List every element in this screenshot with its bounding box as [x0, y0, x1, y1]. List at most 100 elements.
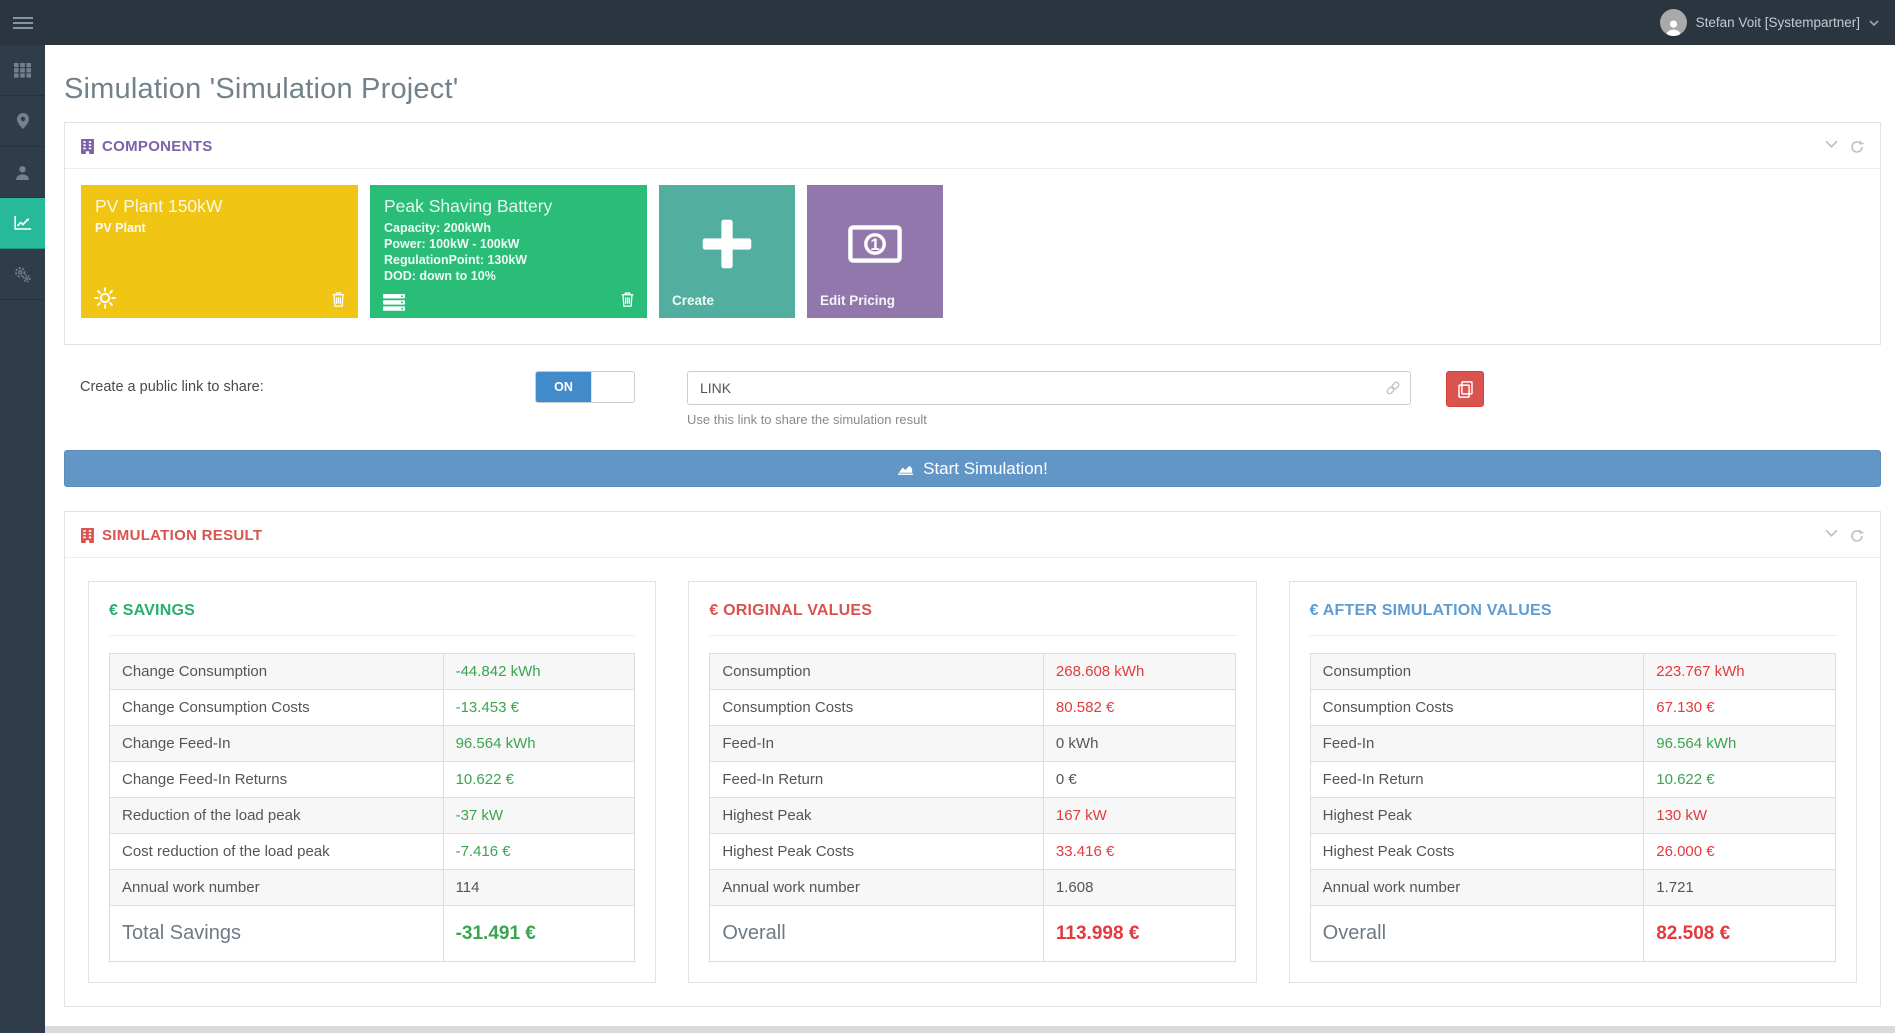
sidebar-item-locations[interactable] — [0, 96, 45, 147]
refresh-icon[interactable] — [1850, 529, 1864, 543]
create-component-button[interactable]: Create — [659, 185, 795, 318]
card-detail-line: Capacity: 200kWh — [384, 220, 633, 236]
result-tables: € SAVINGS Change Consumption-44.842 kWhC… — [65, 558, 1880, 1006]
cogs-icon — [14, 266, 31, 283]
sidebar-item-apps[interactable] — [0, 45, 45, 96]
refresh-icon[interactable] — [1850, 140, 1864, 154]
edit-pricing-button[interactable]: 1 Edit Pricing — [807, 185, 943, 318]
bottom-scrollbar-track[interactable] — [45, 1026, 1895, 1033]
result-row: Highest Peak Costs33.416 € — [710, 834, 1235, 870]
page-title: Simulation 'Simulation Project' — [64, 73, 1881, 106]
result-row: Consumption Costs80.582 € — [710, 690, 1235, 726]
result-row-value: -44.842 kWh — [443, 654, 635, 690]
result-row-value: 96.564 kWh — [443, 726, 635, 762]
result-row: Feed-In Return10.622 € — [1310, 762, 1835, 798]
result-row: Feed-In0 kWh — [710, 726, 1235, 762]
result-row-label: Consumption — [710, 654, 1044, 690]
result-row-label: Highest Peak Costs — [710, 834, 1044, 870]
share-toggle-on[interactable]: ON — [536, 372, 591, 402]
grid-icon — [14, 63, 31, 78]
card-detail-line: Power: 100kW - 100kW — [384, 236, 633, 252]
share-toggle-off[interactable] — [591, 372, 634, 402]
result-row-label: Annual work number — [1310, 870, 1644, 906]
user-icon — [15, 165, 30, 180]
components-cards: PV Plant 150kW PV Plant — [65, 169, 1880, 344]
result-row: Change Consumption-44.842 kWh — [110, 654, 635, 690]
chevron-down-icon — [1869, 20, 1879, 26]
simulation-result-panel: SIMULATION RESULT € SAVINGS Change Consu… — [64, 511, 1881, 1007]
hamburger-icon[interactable] — [0, 0, 45, 45]
card-peak-shaving-battery[interactable]: Peak Shaving Battery Capacity: 200kWh Po… — [370, 185, 647, 318]
card-detail-line: DOD: down to 10% — [384, 268, 633, 284]
start-simulation-button[interactable]: Start Simulation! — [64, 450, 1881, 487]
result-row: Highest Peak167 kW — [710, 798, 1235, 834]
share-toggle[interactable]: ON — [535, 371, 635, 403]
result-row-value: 80.582 € — [1043, 690, 1235, 726]
result-row: Reduction of the load peak-37 kW — [110, 798, 635, 834]
result-row-label: Overall — [710, 906, 1044, 962]
result-row-value: 0 € — [1043, 762, 1235, 798]
card-title: PV Plant 150kW — [95, 196, 344, 217]
card-detail-line: RegulationPoint: 130kW — [384, 252, 633, 268]
result-row: Change Feed-In Returns10.622 € — [110, 762, 635, 798]
result-row-value: 96.564 kWh — [1644, 726, 1836, 762]
building-icon — [81, 139, 94, 154]
result-row-label: Change Feed-In — [110, 726, 444, 762]
result-row: Cost reduction of the load peak-7.416 € — [110, 834, 635, 870]
card-pv-plant[interactable]: PV Plant 150kW PV Plant — [81, 185, 358, 318]
result-row-label: Total Savings — [110, 906, 444, 962]
result-row-label: Highest Peak Costs — [1310, 834, 1644, 870]
result-row: Consumption268.608 kWh — [710, 654, 1235, 690]
trash-icon[interactable] — [332, 292, 345, 307]
result-table-after-simulation-values: € AFTER SIMULATION VALUES Consumption223… — [1289, 581, 1857, 983]
sidebar — [0, 45, 45, 1033]
result-row-value: 113.998 € — [1043, 906, 1235, 962]
result-row-value: -31.491 € — [443, 906, 635, 962]
result-row-label: Highest Peak — [1310, 798, 1644, 834]
result-row-label: Change Consumption Costs — [110, 690, 444, 726]
result-row-value: 114 — [443, 870, 635, 906]
result-row-label: Feed-In — [710, 726, 1044, 762]
result-row-value: -37 kW — [443, 798, 635, 834]
sun-icon[interactable] — [94, 287, 116, 309]
collapse-chevron-icon[interactable] — [1825, 140, 1838, 154]
result-row-label: Consumption Costs — [710, 690, 1044, 726]
components-panel-header: COMPONENTS — [65, 123, 1880, 169]
result-total-row: Total Savings-31.491 € — [110, 906, 635, 962]
result-row: Consumption Costs67.130 € — [1310, 690, 1835, 726]
result-table-title: € ORIGINAL VALUES — [709, 602, 1235, 620]
result-row: Change Feed-In96.564 kWh — [110, 726, 635, 762]
result-total-row: Overall82.508 € — [1310, 906, 1835, 962]
server-icon[interactable] — [383, 294, 405, 311]
result-row: Feed-In Return0 € — [710, 762, 1235, 798]
share-link-helper: Use this link to share the simulation re… — [687, 412, 1411, 427]
result-row-value: 10.622 € — [1644, 762, 1836, 798]
sidebar-item-users[interactable] — [0, 147, 45, 198]
result-row: Change Consumption Costs-13.453 € — [110, 690, 635, 726]
result-row: Annual work number1.721 — [1310, 870, 1835, 906]
result-row-value: 268.608 kWh — [1043, 654, 1235, 690]
result-row-label: Annual work number — [110, 870, 444, 906]
share-link-input[interactable] — [687, 371, 1411, 405]
user-icon — [1665, 19, 1682, 36]
user-menu[interactable]: Stefan Voit [Systempartner] — [1660, 9, 1895, 36]
share-link-label: Create a public link to share: — [80, 371, 535, 395]
components-panel-title: COMPONENTS — [81, 138, 213, 155]
collapse-chevron-icon[interactable] — [1825, 529, 1838, 543]
result-row-value: 26.000 € — [1644, 834, 1836, 870]
area-chart-icon — [897, 462, 914, 476]
sidebar-item-simulation[interactable] — [0, 198, 45, 249]
avatar — [1660, 9, 1687, 36]
result-row-label: Consumption Costs — [1310, 690, 1644, 726]
main-content: Simulation 'Simulation Project' COMPONEN… — [45, 0, 1895, 1007]
copy-link-button[interactable] — [1446, 371, 1484, 407]
building-icon — [81, 528, 94, 543]
banknote-icon: 1 — [807, 185, 943, 293]
result-row: Highest Peak130 kW — [1310, 798, 1835, 834]
result-row-value: -13.453 € — [443, 690, 635, 726]
result-row-value: 167 kW — [1043, 798, 1235, 834]
trash-icon[interactable] — [621, 292, 634, 307]
result-table-savings: € SAVINGS Change Consumption-44.842 kWhC… — [88, 581, 656, 983]
result-row: Highest Peak Costs26.000 € — [1310, 834, 1835, 870]
sidebar-item-settings[interactable] — [0, 249, 45, 300]
